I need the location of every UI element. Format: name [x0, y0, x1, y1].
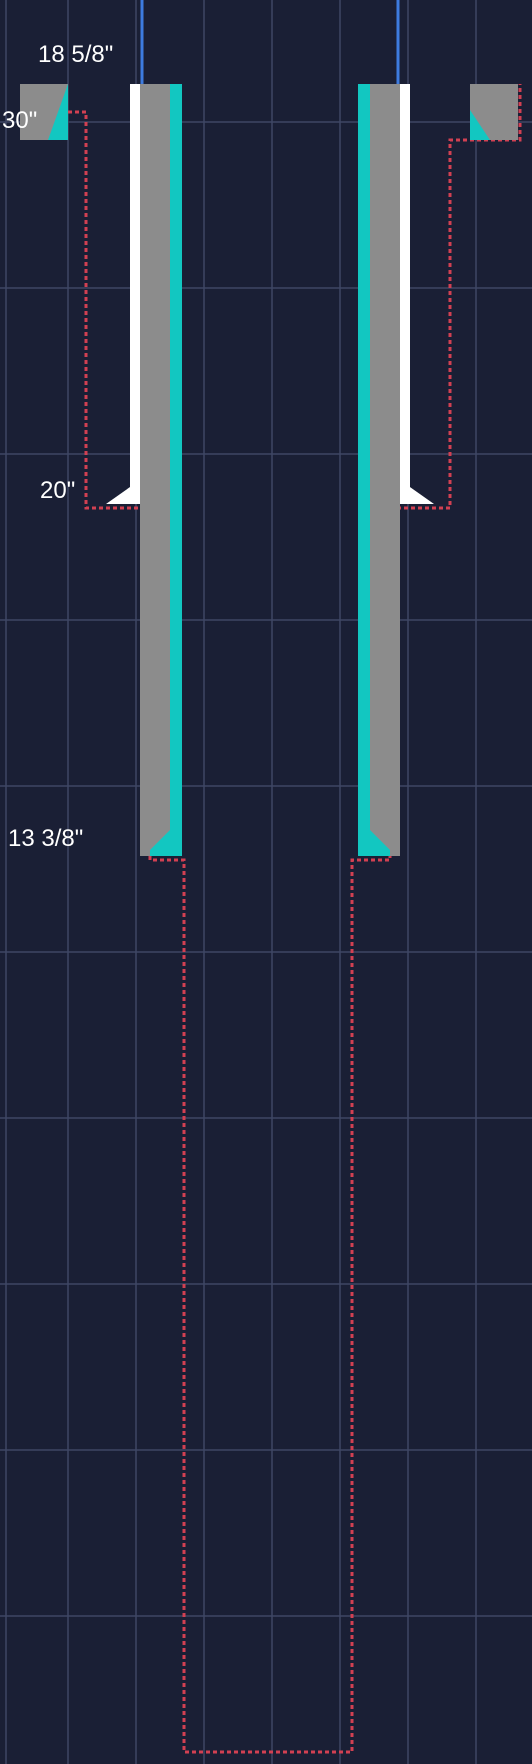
label-20: 20" [40, 477, 75, 504]
label-13-3-8: 13 3/8" [8, 825, 83, 852]
casing-18-5-8-right-body [370, 84, 400, 856]
background [0, 0, 532, 1764]
wellbore-diagram: 18 5/8" 30" 20" 13 3/8" [0, 0, 532, 1764]
casing-20-left-wall [130, 84, 140, 504]
casing-18-5-8-left-body [140, 84, 170, 856]
casing-18-5-8-left-cement [170, 84, 182, 856]
casing-18-5-8-right-cement [358, 84, 370, 856]
label-30: 30" [2, 107, 37, 134]
label-18-5-8: 18 5/8" [38, 41, 113, 68]
casing-20-right-wall [400, 84, 410, 504]
